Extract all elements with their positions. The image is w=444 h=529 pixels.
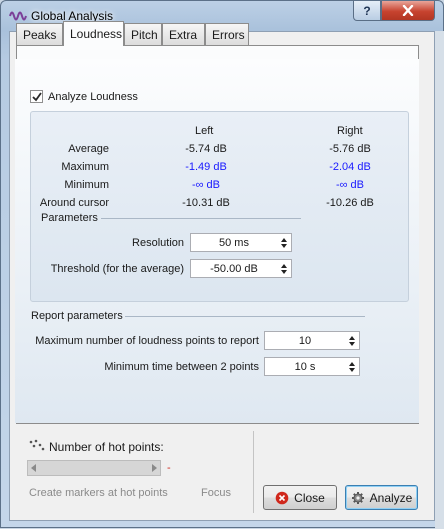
hot-points-value: - [167, 462, 171, 474]
create-markers-label: Create markers at hot points [29, 487, 168, 499]
right-channel-header: Right [337, 125, 363, 137]
spin-up-icon[interactable] [281, 263, 287, 268]
hot-points-icon [29, 439, 45, 451]
tab-loudness[interactable]: Loudness [63, 21, 124, 46]
threshold-label: Threshold (for the average) [50, 263, 184, 275]
average-label: Average [68, 143, 109, 155]
parameters-separator [101, 218, 301, 219]
help-icon: ? [363, 3, 371, 18]
average-right-value: -5.76 dB [329, 143, 371, 155]
threshold-spin-arrows[interactable] [277, 260, 291, 277]
average-left-value: -5.74 dB [185, 143, 227, 155]
maximum-right-value: -2.04 dB [329, 161, 371, 173]
spin-down-icon[interactable] [349, 341, 355, 346]
tab-peaks[interactable]: Peaks [16, 23, 63, 45]
min-time-spin-arrows[interactable] [345, 358, 359, 375]
analyze-button[interactable]: Analyze [345, 485, 418, 510]
max-points-spin-arrows[interactable] [345, 332, 359, 349]
spin-up-icon[interactable] [349, 335, 355, 340]
checkmark-icon [31, 91, 42, 101]
spin-down-icon[interactable] [349, 367, 355, 372]
maximum-left-value: -1.49 dB [185, 161, 227, 173]
close-button-label: Close [294, 490, 325, 505]
analyze-loudness-checkbox-row[interactable]: Analyze Loudness [30, 90, 138, 103]
tab-errors-label: Errors [212, 27, 245, 42]
maximum-label: Maximum [61, 161, 109, 173]
analyze-loudness-checkbox[interactable] [30, 90, 43, 103]
spin-down-icon[interactable] [281, 243, 287, 248]
bottom-vertical-separator [253, 431, 254, 513]
around-cursor-left-value: -10.31 dB [182, 197, 230, 209]
report-parameters-separator [125, 316, 365, 317]
minimum-right-value: -∞ dB [335, 179, 364, 191]
background-window-strip [435, 31, 444, 529]
resolution-value: 50 ms [219, 236, 249, 249]
analyze-button-label: Analyze [369, 490, 413, 505]
resolution-spinbox[interactable]: 50 ms [190, 233, 292, 252]
parameters-section-title: Parameters [41, 212, 98, 224]
left-channel-header: Left [195, 125, 214, 137]
report-parameters-title: Report parameters [31, 310, 123, 322]
global-analysis-window: Global Analysis ? Peaks Loudness Pitch E… [0, 0, 444, 529]
tab-errors[interactable]: Errors [205, 23, 249, 45]
resolution-label: Resolution [132, 237, 184, 249]
hot-points-label: Number of hot points: [49, 440, 164, 454]
tab-pitch-label: Pitch [131, 27, 158, 42]
threshold-spinbox[interactable]: -50.00 dB [190, 259, 292, 278]
tab-extra[interactable]: Extra [162, 23, 205, 45]
spin-up-icon[interactable] [349, 361, 355, 366]
threshold-value: -50.00 dB [210, 262, 258, 275]
resolution-spin-arrows[interactable] [277, 234, 291, 251]
waveform-app-icon [9, 11, 27, 21]
slider-left-arrow-icon [31, 464, 36, 472]
around-cursor-right-value: -10.26 dB [326, 197, 374, 209]
min-time-value: 10 s [294, 360, 316, 373]
min-time-label: Minimum time between 2 points [104, 361, 259, 373]
around-cursor-label: Around cursor [39, 197, 109, 209]
minimum-label: Minimum [64, 179, 109, 191]
slider-right-arrow-icon [152, 464, 157, 472]
window-close-button[interactable] [381, 1, 435, 21]
focus-label: Focus [201, 487, 231, 499]
help-button[interactable]: ? [353, 1, 381, 21]
minimum-left-value: -∞ dB [191, 179, 220, 191]
spin-up-icon[interactable] [281, 237, 287, 242]
min-time-spinbox[interactable]: 10 s [264, 357, 360, 376]
close-icon [402, 5, 414, 16]
max-points-label: Maximum number of loudness points to rep… [35, 335, 259, 347]
max-points-value: 10 [298, 334, 312, 347]
tab-pitch[interactable]: Pitch [124, 23, 162, 45]
tab-extra-label: Extra [169, 27, 198, 42]
tab-peaks-label: Peaks [23, 27, 57, 42]
hot-points-slider [27, 460, 161, 476]
close-button[interactable]: Close [263, 485, 337, 510]
analyze-loudness-label: Analyze Loudness [48, 90, 138, 103]
tab-loudness-label: Loudness [70, 27, 123, 41]
close-circle-icon [275, 491, 289, 504]
spin-down-icon[interactable] [281, 269, 287, 274]
gear-icon [351, 491, 364, 504]
max-points-spinbox[interactable]: 10 [264, 331, 360, 350]
